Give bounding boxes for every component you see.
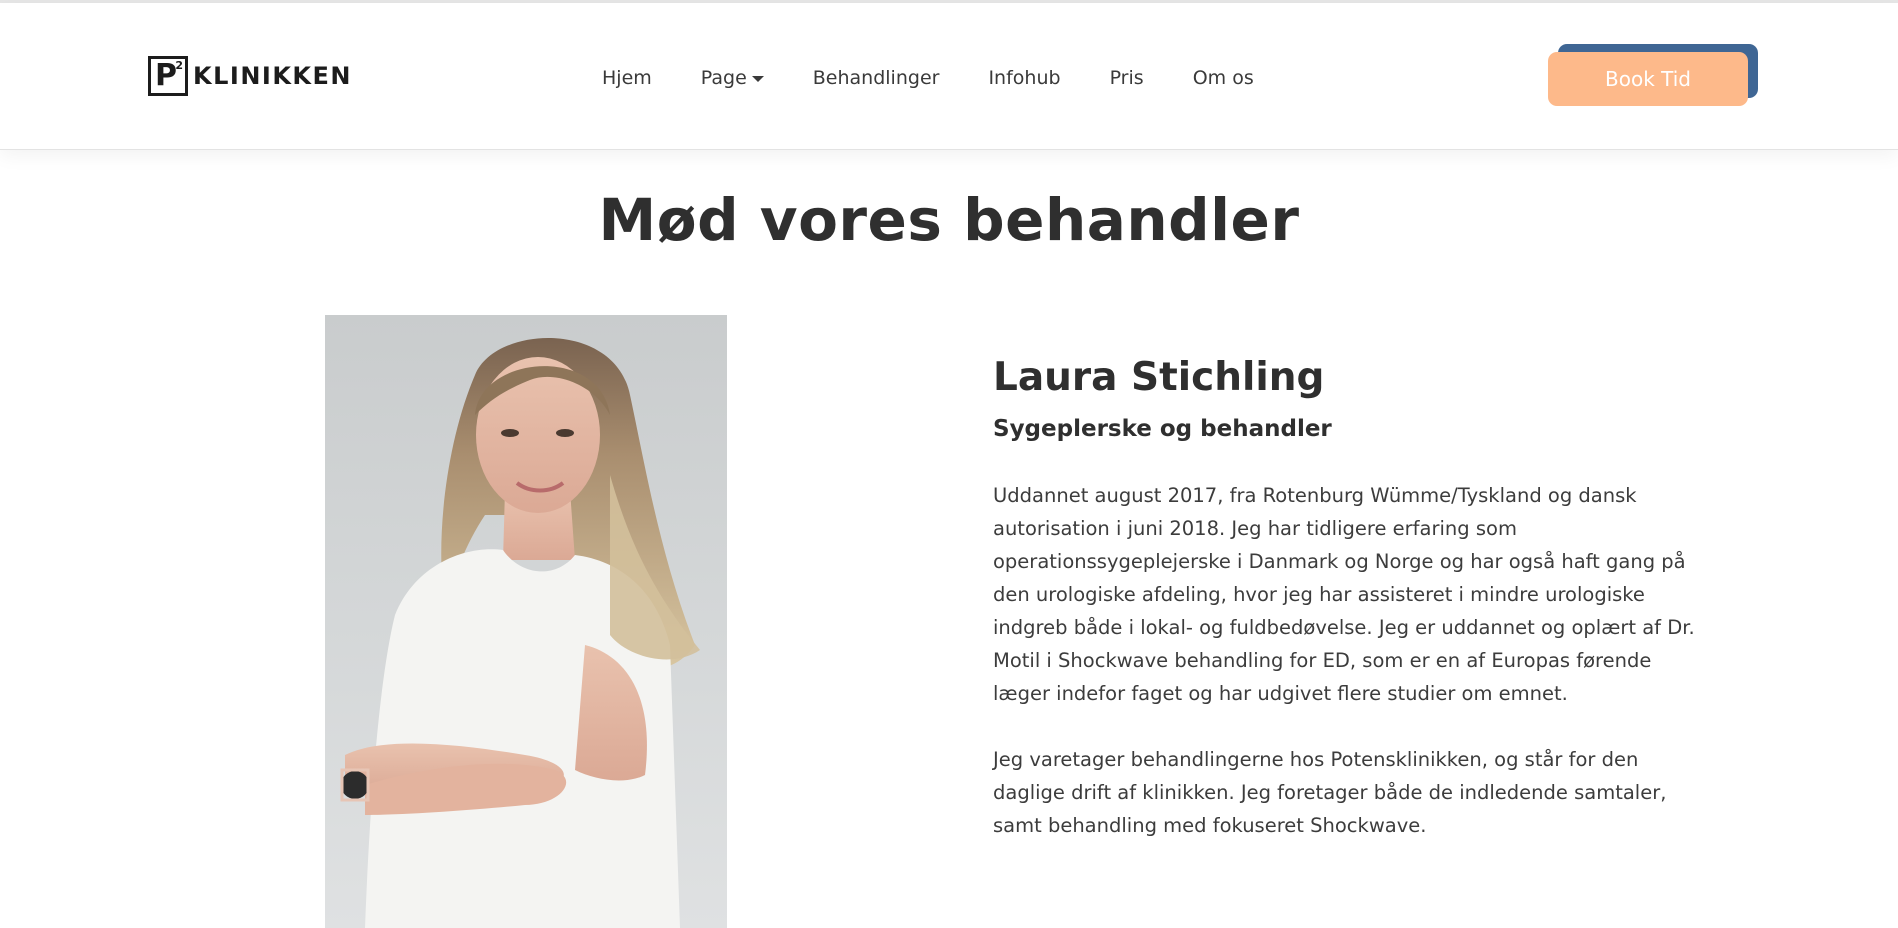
book-tid-button[interactable]: Book Tid — [1548, 52, 1748, 106]
practitioner-bio: Laura Stichling Sygeplerske og behandler… — [993, 350, 1695, 842]
logo-mark: P 2 — [148, 56, 188, 96]
practitioner-role: Sygeplerske og behandler — [993, 416, 1332, 442]
nav-item-hjem[interactable]: Hjem — [602, 67, 652, 89]
practitioner-name: Laura Stichling — [993, 355, 1325, 400]
bio-paragraph: Jeg varetager behandlingerne hos Potensk… — [993, 748, 1667, 837]
bio-paragraph: Uddannet august 2017, fra Rotenburg Wümm… — [993, 484, 1695, 705]
page-title: Mød vores behandler — [598, 186, 1300, 254]
nav-item-label: Page — [700, 67, 747, 89]
nav-item-infohub[interactable]: Infohub — [988, 67, 1060, 89]
site-header: P 2 KLINIKKEN Hjem Page Behandlinger Inf… — [0, 3, 1898, 150]
logo-letter: P — [155, 58, 177, 93]
nav-item-label: Hjem — [602, 67, 652, 89]
nav-item-om-os[interactable]: Om os — [1193, 67, 1254, 89]
nav-item-page[interactable]: Page — [701, 67, 764, 89]
logo-text: KLINIKKEN — [193, 62, 353, 90]
nav-item-label: Om os — [1192, 67, 1254, 89]
nav-item-behandlinger[interactable]: Behandlinger — [813, 67, 940, 89]
nav-item-label: Behandlinger — [812, 67, 940, 89]
nav-item-label: Pris — [1109, 67, 1144, 89]
logo-superscript: 2 — [175, 59, 183, 72]
main-navigation: Hjem Page Behandlinger Infohub Pris Om o… — [602, 63, 1254, 93]
nav-item-label: Infohub — [988, 67, 1061, 89]
caret-down-icon — [751, 76, 764, 82]
site-logo[interactable]: P 2 KLINIKKEN — [148, 56, 352, 96]
practitioner-photo — [325, 315, 727, 928]
nav-item-pris[interactable]: Pris — [1110, 67, 1144, 89]
